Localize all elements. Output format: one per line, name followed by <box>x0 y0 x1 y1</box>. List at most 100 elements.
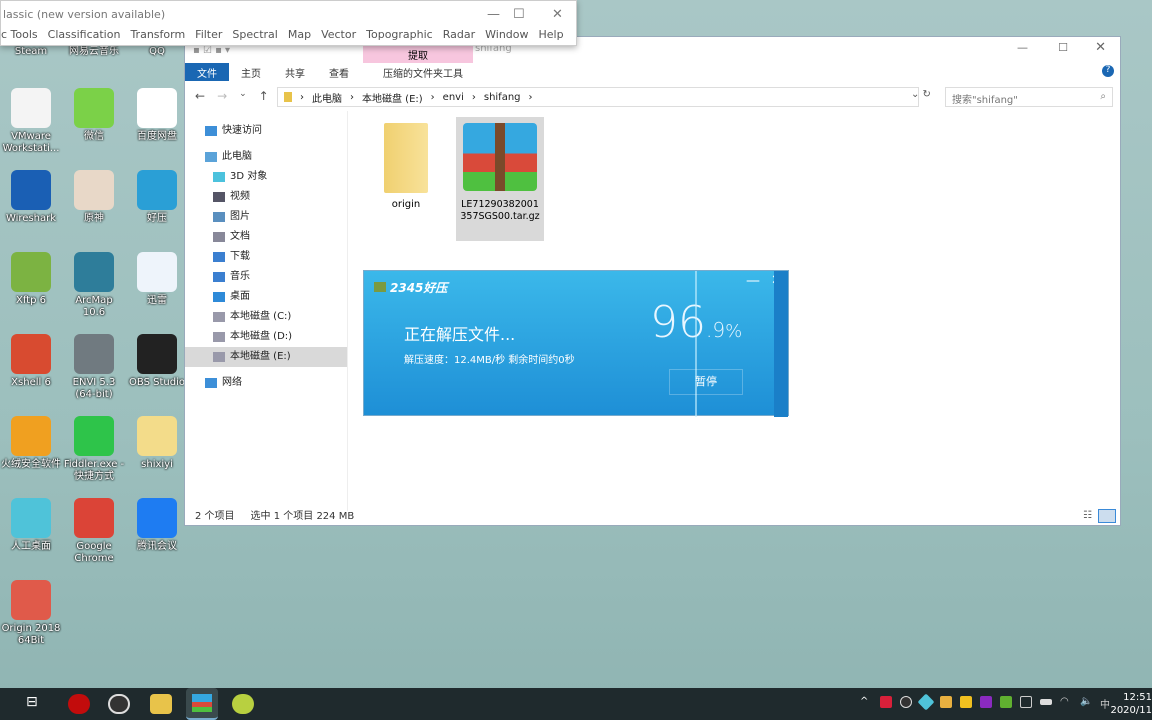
desktop-icon[interactable]: 百度网盘 <box>126 88 188 143</box>
desktop-icon[interactable]: 好压 <box>126 170 188 225</box>
chevron-up-icon[interactable]: ^ <box>860 696 872 708</box>
desktop-icon[interactable]: Wireshark <box>0 170 62 225</box>
nav-item[interactable]: 桌面 <box>185 287 347 307</box>
pause-button[interactable]: 暂停 <box>669 369 743 395</box>
nav-item[interactable]: 下载 <box>185 247 347 267</box>
task-view-icon[interactable]: ⊟ <box>26 694 48 714</box>
desktop-icon[interactable]: ENVI 5.3 (64-bit) <box>63 334 125 401</box>
minimize-icon[interactable]: — <box>1017 41 1028 54</box>
ribbon-tab[interactable]: 主页 <box>229 63 273 81</box>
desktop-icon[interactable]: Steam <box>0 46 62 58</box>
obs-tray-icon[interactable] <box>900 696 912 708</box>
up-icon[interactable]: ↑ <box>259 89 269 103</box>
menu-item[interactable]: c Tools <box>1 28 38 41</box>
chevron-right-icon[interactable]: › <box>472 92 476 103</box>
desktop-icon[interactable]: Google Chrome <box>63 498 125 565</box>
desktop-icon[interactable]: 原神 <box>63 170 125 225</box>
haoya-taskbar-icon[interactable] <box>186 688 218 720</box>
breadcrumb-item[interactable]: envi <box>443 92 464 103</box>
menu-item[interactable]: Classification <box>48 28 121 41</box>
desktop-icon[interactable]: ArcMap 10.6 <box>63 252 125 319</box>
close-icon[interactable]: ✕ <box>552 7 563 22</box>
forward-icon[interactable]: → <box>217 89 227 103</box>
obs-taskbar-icon[interactable] <box>108 694 130 714</box>
breadcrumb-item[interactable]: shifang <box>484 92 521 103</box>
desktop-icon[interactable]: Fiddler.exe - 快捷方式 <box>63 416 125 483</box>
maximize-icon[interactable]: ☐ <box>1058 41 1068 54</box>
ribbon-tab-compressed-tools[interactable]: 压缩的文件夹工具 <box>371 63 475 81</box>
folder-tray-icon[interactable] <box>940 696 952 708</box>
nvidia-tray-icon[interactable] <box>1000 696 1012 708</box>
chevron-right-icon[interactable]: › <box>300 92 304 103</box>
nav-item[interactable]: 本地磁盘 (D:) <box>185 327 347 347</box>
menu-item[interactable]: Map <box>288 28 311 41</box>
help-icon[interactable]: ? <box>1102 65 1114 77</box>
close-icon[interactable]: ✕ <box>1095 40 1106 55</box>
chevron-right-icon[interactable]: › <box>529 92 533 103</box>
menu-item[interactable]: Help <box>539 28 564 41</box>
large-icons-view-icon[interactable] <box>1098 509 1116 523</box>
desktop-icon[interactable]: Xftp 6 <box>0 252 62 307</box>
battery-icon[interactable] <box>1040 699 1052 705</box>
minimize-icon[interactable]: — <box>746 273 760 289</box>
desktop-icon[interactable]: 网易云音乐 <box>63 46 125 58</box>
clock[interactable]: 12:51 2020/11 <box>1110 691 1152 717</box>
chevron-right-icon[interactable]: › <box>350 92 354 103</box>
netease-music-taskbar-icon[interactable] <box>68 694 90 714</box>
desktop-icon[interactable]: shixiyi <box>126 416 188 471</box>
nav-item[interactable]: 视频 <box>185 187 347 207</box>
ribbon-tab[interactable]: 查看 <box>317 63 361 81</box>
file-item-origin[interactable]: origin <box>375 123 437 210</box>
refresh-icon[interactable]: ⌄ ↻ <box>911 89 931 100</box>
chevron-right-icon[interactable]: › <box>431 92 435 103</box>
wifi-icon[interactable]: ◠ <box>1060 696 1072 708</box>
menu-item[interactable]: Spectral <box>232 28 277 41</box>
desktop-icon[interactable]: OBS Studio <box>126 334 188 389</box>
nav-item[interactable]: 此电脑 <box>185 147 347 167</box>
quick-access-toolbar[interactable]: ▪ ☑ ▪ ▾ <box>193 45 230 56</box>
desktop-icon[interactable]: VMware Workstati... <box>0 88 62 155</box>
menu-item[interactable]: Radar <box>443 28 475 41</box>
nav-item[interactable]: 网络 <box>185 373 347 393</box>
menu-item[interactable]: Vector <box>321 28 356 41</box>
nav-item[interactable]: 快速访问 <box>185 121 347 141</box>
netease-tray-icon[interactable] <box>880 696 892 708</box>
minimize-icon[interactable]: — <box>487 7 500 22</box>
nav-item[interactable]: 音乐 <box>185 267 347 287</box>
maximize-icon[interactable]: ☐ <box>513 7 525 22</box>
desktop-icon[interactable]: Xshell 6 <box>0 334 62 389</box>
desktop-icon[interactable]: Origin 2018 64Bit <box>0 580 62 647</box>
desktop-icon[interactable]: 微信 <box>63 88 125 143</box>
details-view-icon[interactable]: ☷ <box>1083 510 1092 521</box>
file-explorer-taskbar-icon[interactable] <box>150 694 172 714</box>
usb-icon[interactable] <box>1020 696 1032 708</box>
nav-item[interactable]: 图片 <box>185 207 347 227</box>
volume-icon[interactable]: 🔈 <box>1080 696 1092 708</box>
menu-item[interactable]: Transform <box>130 28 185 41</box>
desktop-icon[interactable]: 腾讯会议 <box>126 498 188 553</box>
back-icon[interactable]: ← <box>195 89 205 103</box>
nav-item[interactable]: 本地磁盘 (E:) <box>185 347 347 367</box>
nav-item[interactable]: 文档 <box>185 227 347 247</box>
menu-item[interactable]: Topographic <box>366 28 433 41</box>
app-tray-icon[interactable] <box>917 693 935 711</box>
menu-item[interactable]: Window <box>485 28 528 41</box>
huorong-tray-icon[interactable] <box>960 696 972 708</box>
breadcrumb-item[interactable]: 此电脑 <box>312 90 342 105</box>
desktop-icon[interactable]: 迅雷 <box>126 252 188 307</box>
breadcrumb-item[interactable]: 本地磁盘 (E:) <box>362 90 423 105</box>
ribbon-tab[interactable]: 文件 <box>185 63 229 81</box>
file-item-archive[interactable]: LE71290382001357SGS00.tar.gz <box>456 117 544 241</box>
v-tray-icon[interactable] <box>980 696 992 708</box>
app-taskbar-icon[interactable] <box>232 694 254 714</box>
address-bar[interactable]: › 此电脑 › 本地磁盘 (E:) › envi › shifang › <box>277 87 919 107</box>
recent-icon[interactable]: ⌄ <box>239 89 247 103</box>
desktop-icon[interactable]: 火绒安全软件 <box>0 416 62 471</box>
desktop-icon[interactable]: QQ <box>126 46 188 58</box>
menu-item[interactable]: Filter <box>195 28 222 41</box>
desktop-icon[interactable]: 人工桌面 <box>0 498 62 553</box>
nav-item[interactable]: 本地磁盘 (C:) <box>185 307 347 327</box>
nav-item[interactable]: 3D 对象 <box>185 167 347 187</box>
ribbon-tab[interactable]: 共享 <box>273 63 317 81</box>
search-input[interactable]: 搜索"shifang" ⌕ <box>945 87 1113 107</box>
